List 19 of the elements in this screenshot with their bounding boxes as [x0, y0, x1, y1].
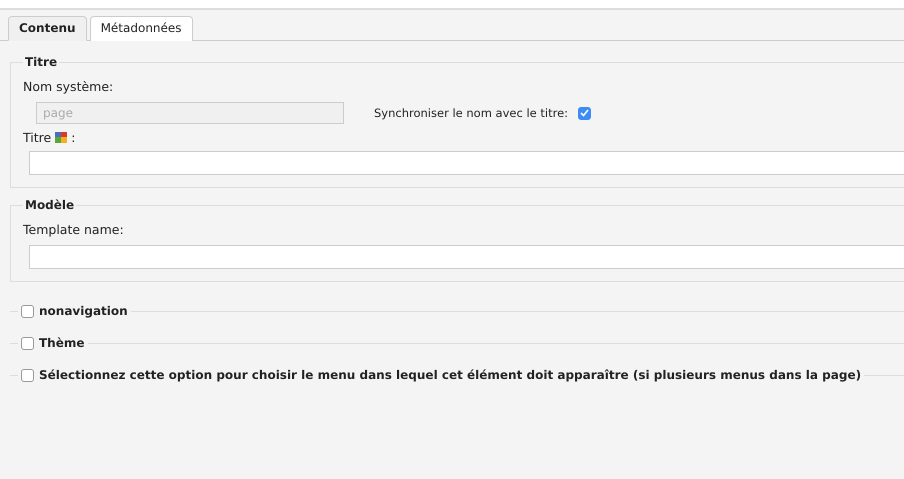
field-label: Titre: [23, 130, 52, 145]
checkbox[interactable]: [21, 368, 34, 382]
template-name-field[interactable]: [29, 245, 904, 269]
field-label: Template name:: [23, 222, 125, 237]
checkbox[interactable]: [21, 336, 34, 350]
colon-text: :: [71, 130, 76, 145]
tab[interactable]: Métadonnées: [90, 16, 193, 41]
section-title: Modèle: [24, 198, 76, 212]
option-label: Sélectionnez cette option pour choisir le menu dans lequel cet élément doit apparaître (si plusieurs menus dans la page): [39, 368, 862, 382]
option-label: Thème: [39, 336, 85, 350]
title-field[interactable]: [29, 151, 904, 175]
checkbox-label: Synchroniser le nom avec le titre:: [374, 106, 568, 120]
flag-icon: [55, 132, 68, 143]
checkbox[interactable]: [21, 304, 34, 318]
tab[interactable]: Contenu: [8, 16, 87, 41]
option-label: nonavigation: [39, 304, 128, 318]
checkbox[interactable]: [578, 106, 592, 120]
field-label: Nom système:: [23, 79, 114, 94]
section-title: Titre: [24, 55, 58, 69]
